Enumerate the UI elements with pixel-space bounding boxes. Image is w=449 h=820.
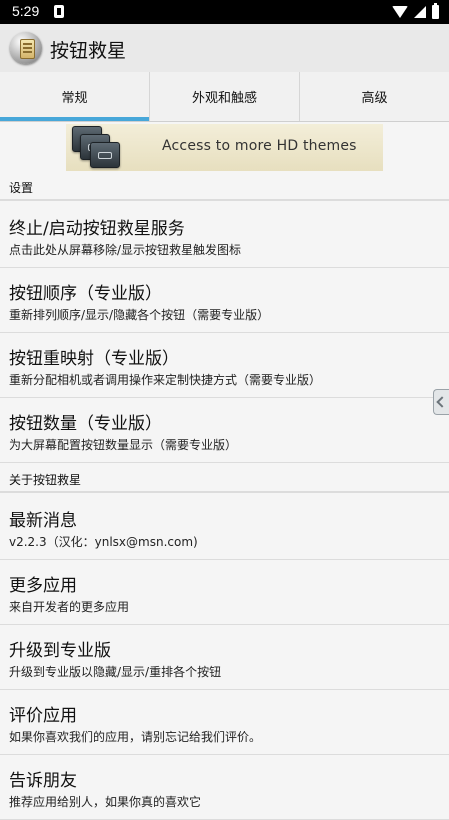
tab-bar: 常规 外观和触感 高级 [0,72,449,122]
themes-banner[interactable]: Access to more HD themes [66,124,383,171]
status-icons [392,3,439,21]
list-item-button-remap[interactable]: 按钮重映射（专业版） 重新分配相机或者调用操作来定制快捷方式（需要专业版） [0,333,449,398]
item-title: 按钮重映射（专业版） [9,349,179,369]
sd-card-icon [54,5,64,18]
app-logo-icon [10,32,42,64]
status-bar: 5:29 [0,0,449,24]
signal-icon [414,6,426,18]
tab-general[interactable]: 常规 [0,72,149,121]
app-title: 按钮救星 [50,40,127,62]
tab-label: 高级 [361,91,388,106]
wifi-icon [392,6,408,18]
item-title: 按钮顺序（专业版） [9,284,162,304]
list-item-more-apps[interactable]: 更多应用 来自开发者的更多应用 [0,560,449,625]
section-header-settings: 设置 [0,173,449,201]
item-subtitle: 重新分配相机或者调用操作来定制快捷方式（需要专业版） [9,373,322,387]
item-subtitle: 如果你喜欢我们的应用，请别忘记给我们评价。 [9,730,262,744]
item-subtitle: 为大屏幕配置按钮数量显示（需要专业版） [9,438,238,452]
themes-stack-icon [70,126,120,168]
list-item-button-count[interactable]: 按钮数量（专业版） 为大屏幕配置按钮数量显示（需要专业版） [0,398,449,463]
item-subtitle: 来自开发者的更多应用 [9,600,130,614]
tab-label: 外观和触感 [191,91,257,106]
item-title: 最新消息 [9,511,77,531]
tab-appearance[interactable]: 外观和触感 [149,72,299,121]
item-subtitle: v2.2.3（汉化：ynlsx@msn.com) [9,535,198,549]
app-bar: 按钮救星 [0,24,449,73]
tab-label: 常规 [61,91,88,106]
list-item-tell-friends[interactable]: 告诉朋友 推荐应用给别人，如果你真的喜欢它 [0,755,449,820]
floating-trigger-handle[interactable] [433,389,449,415]
list-item-rate-app[interactable]: 评价应用 如果你喜欢我们的应用，请别忘记给我们评价。 [0,690,449,755]
item-title: 升级到专业版 [9,641,111,661]
item-title: 按钮数量（专业版） [9,414,162,434]
list-item-toggle-service[interactable]: 终止/启动按钮救星服务 点击此处从屏幕移除/显示按钮救星触发图标 [0,203,449,268]
item-title: 终止/启动按钮救星服务 [9,219,185,239]
list-item-button-order[interactable]: 按钮顺序（专业版） 重新排列顺序/显示/隐藏各个按钮（需要专业版） [0,268,449,333]
item-subtitle: 重新排列顺序/显示/隐藏各个按钮（需要专业版） [9,308,270,322]
item-title: 更多应用 [9,576,77,596]
list-item-upgrade-pro[interactable]: 升级到专业版 升级到专业版以隐藏/显示/重排各个按钮 [0,625,449,690]
status-time: 5:29 [12,3,40,19]
item-title: 告诉朋友 [9,771,77,791]
section-header-about: 关于按钮救星 [0,465,449,493]
item-title: 评价应用 [9,706,77,726]
battery-icon [432,3,439,19]
tab-advanced[interactable]: 高级 [299,72,449,121]
item-subtitle: 推荐应用给别人，如果你真的喜欢它 [9,795,202,809]
banner-text: Access to more HD themes [162,138,357,154]
item-subtitle: 点击此处从屏幕移除/显示按钮救星触发图标 [9,243,242,257]
list-item-news[interactable]: 最新消息 v2.2.3（汉化：ynlsx@msn.com) [0,495,449,560]
item-subtitle: 升级到专业版以隐藏/显示/重排各个按钮 [9,665,222,679]
